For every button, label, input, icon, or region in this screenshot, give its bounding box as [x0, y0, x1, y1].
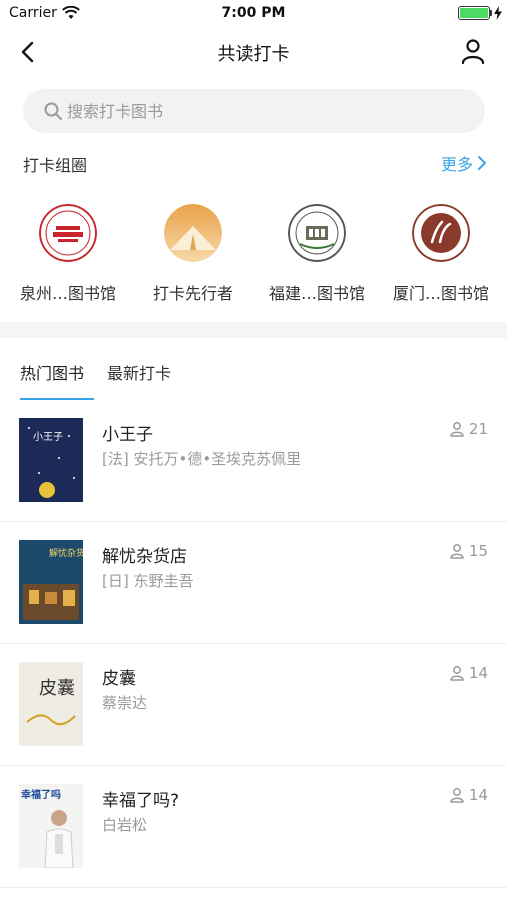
book-cover: 解忧杂货店 [19, 540, 83, 624]
status-bar: Carrier 7:00 PM [0, 0, 507, 28]
cover-title: 皮囊 [39, 678, 75, 699]
group-item[interactable]: 厦门…图书馆 [378, 200, 504, 304]
book-author: 白岩松 [102, 816, 148, 834]
reader-count-value: 15 [468, 542, 488, 560]
person-icon [450, 788, 464, 803]
charging-bolt-icon [494, 6, 502, 20]
nav-bar: 共读打卡 [0, 28, 507, 76]
group-name: 福建…图书馆 [268, 284, 365, 303]
pioneer-mountain-logo-icon [164, 204, 222, 262]
reader-count: 14 [449, 786, 488, 804]
book-cover: 小王子 [19, 418, 83, 502]
book-list-item[interactable]: 皮囊 皮囊 蔡崇达 14 [0, 644, 507, 766]
page-title: 共读打卡 [217, 44, 290, 65]
search-bar[interactable] [23, 89, 485, 133]
battery-tip [490, 10, 492, 16]
fujian-library-logo-icon [288, 204, 346, 262]
group-item[interactable]: 泉州…图书馆 [5, 200, 131, 304]
book-title: 解忧杂货店 [102, 547, 187, 567]
person-icon [450, 666, 464, 681]
reader-count: 15 [449, 542, 488, 560]
search-icon [44, 102, 62, 120]
reader-count: 14 [449, 664, 488, 682]
groups-section-title: 打卡组圈 [23, 156, 88, 175]
book-author: 蔡崇达 [102, 694, 148, 712]
book-author: [法] 安托万•德•圣埃克苏佩里 [102, 450, 302, 468]
chevron-right-icon [478, 156, 486, 170]
cover-title: 小王子 [33, 431, 63, 443]
cover-title: 解忧杂货店 [49, 547, 83, 559]
more-groups-link[interactable]: 更多 [441, 151, 487, 175]
status-time: 7:00 PM [221, 5, 286, 21]
group-name: 泉州…图书馆 [19, 284, 116, 303]
reader-count-value: 14 [468, 664, 488, 682]
book-list-item[interactable]: 幸福了吗 幸福了吗? 白岩松 14 [0, 766, 507, 888]
tab-hot-books[interactable]: 热门图书 [20, 360, 84, 384]
group-name: 厦门…图书馆 [392, 284, 489, 303]
person-icon [450, 544, 464, 559]
reader-count-value: 14 [468, 786, 488, 804]
cover-title: 幸福了吗 [21, 788, 61, 801]
book-list-item[interactable]: 解忧杂货店 解忧杂货店 [日] 东野圭吾 15 [0, 522, 507, 644]
person-icon [450, 422, 464, 437]
groups-row: 泉州…图书馆 打卡先行者 福建…图书馆 厦门…图书馆 [0, 200, 507, 310]
book-cover: 幸福了吗 [19, 784, 83, 868]
book-list-item[interactable]: 小王子 小王子 [法] 安托万•德•圣埃克苏佩里 21 [0, 400, 507, 522]
tab-latest-checkins[interactable]: 最新打卡 [107, 360, 171, 384]
tab-bar: 热门图书 最新打卡 [0, 346, 507, 402]
book-title: 幸福了吗? [102, 791, 180, 811]
book-author: [日] 东野圭吾 [102, 572, 194, 590]
book-title: 皮囊 [102, 669, 136, 689]
more-label: 更多 [440, 155, 473, 174]
book-cover: 皮囊 [19, 662, 83, 746]
reader-count-value: 21 [468, 420, 488, 438]
battery-icon [458, 6, 490, 20]
group-name: 打卡先行者 [152, 284, 233, 303]
search-input[interactable] [67, 89, 447, 133]
section-divider [0, 322, 507, 338]
quanzhou-library-logo-icon [39, 204, 97, 262]
book-title: 小王子 [102, 425, 153, 445]
profile-button[interactable] [459, 37, 487, 65]
group-item[interactable]: 福建…图书馆 [254, 200, 380, 304]
group-item[interactable]: 打卡先行者 [130, 200, 256, 304]
xiamen-library-logo-icon [412, 204, 470, 262]
reader-count: 21 [449, 420, 488, 438]
